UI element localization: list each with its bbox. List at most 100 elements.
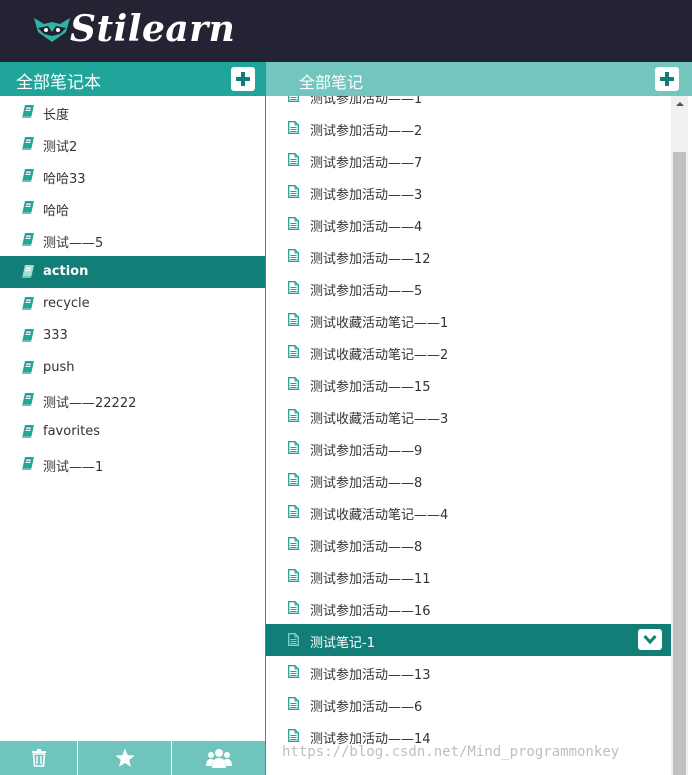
notebook-footer-toolbar — [0, 741, 265, 775]
note-item[interactable]: 测试参加活动——14 — [266, 720, 671, 752]
notebook-item[interactable]: 测试——1 — [0, 448, 265, 480]
book-icon — [22, 201, 34, 214]
note-item-label: 测试笔记-1 — [310, 636, 375, 651]
document-icon — [288, 729, 299, 742]
note-item[interactable]: 测试参加活动——12 — [266, 240, 671, 272]
notebook-item-label: 测试2 — [43, 140, 78, 155]
book-icon — [22, 265, 34, 278]
book-icon — [22, 425, 34, 438]
note-item-label: 测试参加活动——4 — [310, 220, 423, 235]
note-item-label: 测试参加活动——16 — [310, 604, 431, 619]
note-item-label: 测试收藏活动笔记——2 — [310, 348, 449, 363]
note-item[interactable]: 测试参加活动——13 — [266, 656, 671, 688]
note-item[interactable]: 测试参加活动——6 — [266, 688, 671, 720]
notebook-item[interactable]: 测试——22222 — [0, 384, 265, 416]
notebook-item-label: action — [43, 264, 89, 279]
brand-logo-text[interactable]: Stilearn — [70, 8, 235, 50]
favorites-button[interactable] — [78, 741, 172, 775]
notebook-item-label: 333 — [43, 328, 68, 343]
book-icon — [22, 329, 34, 342]
note-item-label: 测试参加活动——8 — [310, 540, 423, 555]
notebook-item-label: 测试——1 — [43, 460, 104, 475]
document-icon — [288, 473, 299, 486]
notebook-item-label: 测试——5 — [43, 236, 104, 251]
notebook-item[interactable]: push — [0, 352, 265, 384]
note-panel: 全部笔记 测试参加活动——1 测试参加活动——2 测试参加活动——7 测试参加活动——… — [266, 62, 692, 775]
scroll-up-arrow[interactable] — [671, 96, 688, 113]
note-item[interactable]: 测试参加活动——2 — [266, 112, 671, 144]
notebook-item-label: 哈哈 — [43, 204, 70, 219]
document-icon — [288, 153, 299, 166]
users-icon — [205, 749, 232, 768]
star-icon — [114, 748, 135, 767]
note-item[interactable]: 测试参加活动——7 — [266, 144, 671, 176]
document-icon — [288, 665, 299, 678]
notebook-item[interactable]: 长度 — [0, 96, 265, 128]
note-item-label: 测试参加活动——15 — [310, 380, 431, 395]
notebook-item-label: recycle — [43, 296, 90, 311]
note-item-label: 测试参加活动——3 — [310, 188, 423, 203]
notebook-item[interactable]: recycle — [0, 288, 265, 320]
book-icon — [22, 137, 34, 150]
note-item-label: 测试收藏活动笔记——4 — [310, 508, 449, 523]
trash-button[interactable] — [0, 741, 78, 775]
notebook-item-label: 长度 — [43, 108, 70, 123]
book-icon — [22, 169, 34, 182]
document-icon — [288, 537, 299, 550]
note-item[interactable]: 测试参加活动——8 — [266, 528, 671, 560]
note-panel-title: 全部笔记 — [299, 73, 364, 92]
notebook-item[interactable]: action — [0, 256, 265, 288]
notebook-panel: 全部笔记本 长度 测试2 哈哈33 哈哈 测试——5 action recycle 333 pu… — [0, 62, 266, 775]
note-item[interactable]: 测试收藏活动笔记——2 — [266, 336, 671, 368]
note-item[interactable]: 测试收藏活动笔记——4 — [266, 496, 671, 528]
notebook-item-label: 测试——22222 — [43, 396, 137, 411]
note-item-label: 测试参加活动——2 — [310, 124, 423, 139]
note-item-label: 测试收藏活动笔记——1 — [310, 316, 449, 331]
scroll-thumb[interactable] — [673, 152, 686, 775]
notebook-item[interactable]: 测试——5 — [0, 224, 265, 256]
note-item[interactable]: 测试参加活动——5 — [266, 272, 671, 304]
notebook-item[interactable]: 哈哈 — [0, 192, 265, 224]
document-icon — [288, 281, 299, 294]
add-note-button[interactable] — [655, 67, 679, 91]
book-icon — [22, 393, 34, 406]
note-list: 测试参加活动——1 测试参加活动——2 测试参加活动——7 测试参加活动——3 测试参加… — [266, 80, 671, 752]
document-icon — [288, 409, 299, 422]
shared-button[interactable] — [172, 741, 265, 775]
note-options-button[interactable] — [638, 629, 662, 650]
note-panel-header: 全部笔记 — [266, 62, 692, 96]
document-icon — [288, 601, 299, 614]
book-icon — [22, 361, 34, 374]
notebook-item[interactable]: 测试2 — [0, 128, 265, 160]
book-icon — [22, 105, 34, 118]
note-item[interactable]: 测试收藏活动笔记——1 — [266, 304, 671, 336]
chevron-down-icon — [643, 634, 657, 645]
document-icon — [288, 217, 299, 230]
notebook-item-label: favorites — [43, 424, 101, 439]
add-notebook-button[interactable] — [231, 67, 255, 91]
note-item-label: 测试参加活动——5 — [310, 284, 423, 299]
note-item-label: 测试参加活动——14 — [310, 732, 431, 747]
notebook-item[interactable]: 哈哈33 — [0, 160, 265, 192]
note-item[interactable]: 测试收藏活动笔记——3 — [266, 400, 671, 432]
book-icon — [22, 457, 34, 470]
document-icon — [288, 377, 299, 390]
document-icon — [288, 505, 299, 518]
note-item[interactable]: 测试笔记-1 — [266, 624, 671, 656]
note-item[interactable]: 测试参加活动——15 — [266, 368, 671, 400]
trash-icon — [31, 749, 46, 767]
note-item-label: 测试参加活动——11 — [310, 572, 431, 587]
note-item-label: 测试参加活动——8 — [310, 476, 423, 491]
document-icon — [288, 345, 299, 358]
app-header: Stilearn — [0, 0, 692, 62]
note-item[interactable]: 测试参加活动——9 — [266, 432, 671, 464]
note-item[interactable]: 测试参加活动——8 — [266, 464, 671, 496]
note-list-scrollbar[interactable] — [671, 96, 688, 775]
note-item[interactable]: 测试参加活动——11 — [266, 560, 671, 592]
notebook-item-label: push — [43, 360, 75, 375]
note-item[interactable]: 测试参加活动——3 — [266, 176, 671, 208]
note-item[interactable]: 测试参加活动——4 — [266, 208, 671, 240]
note-item[interactable]: 测试参加活动——16 — [266, 592, 671, 624]
notebook-item[interactable]: favorites — [0, 416, 265, 448]
notebook-item[interactable]: 333 — [0, 320, 265, 352]
